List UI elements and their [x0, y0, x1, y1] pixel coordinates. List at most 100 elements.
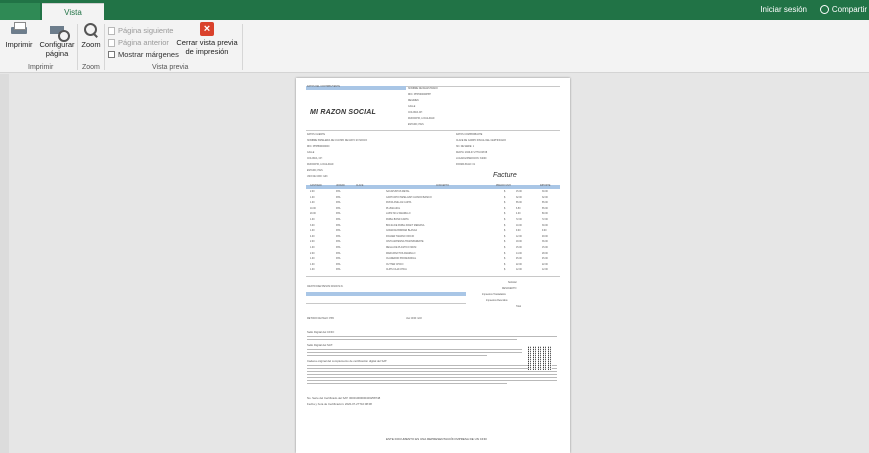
invoice-page: DATOS DEL CONTRIBUYENTE MI RAZON SOCIAL … — [296, 78, 570, 453]
emisor-header: DATOS DEL CONTRIBUYENTE — [307, 86, 341, 88]
item-cell: CARTUCHO PAPEL ESP CANSON BASICO — [386, 196, 432, 199]
page-setup-label-1: Configurar — [39, 40, 75, 49]
item-cell: 12.00 — [516, 269, 522, 272]
item-cell: PZA — [336, 230, 341, 233]
group-separator — [104, 24, 105, 70]
cliente-field: MUNICIPIO, LOCALIDAD — [307, 164, 334, 166]
item-cell: 72.00 — [516, 219, 522, 221]
item-cell: 65.00 — [542, 202, 548, 205]
item-cell: LAPIZ NO.2 AMARILLO — [386, 213, 411, 216]
group-separator — [77, 24, 78, 70]
discount-label: DESCUENTO — [502, 288, 517, 290]
item-cell: 14.00 — [516, 252, 522, 255]
item-cell: REGLA DE PLASTICO 30CM — [386, 247, 417, 249]
page-setup-label-2: página — [45, 49, 69, 58]
seal-text — [307, 380, 557, 381]
comprobante-field: CLAVE DE CAMPO FISCAL DEL CERTIFICADO — [456, 140, 507, 142]
seal-text — [307, 355, 487, 356]
sat-seal-label: Sello Digital del SAT: — [307, 343, 333, 347]
seal-text — [307, 374, 557, 375]
column-header: CLAVE — [356, 185, 364, 187]
emisor-field: RFC: PPP000000PPP — [408, 94, 431, 96]
item-cell: $ — [504, 241, 506, 244]
item-cell: PZA — [336, 269, 341, 272]
item-cell: 12.00 — [542, 269, 548, 272]
page-setup-button[interactable]: Configurar página — [38, 22, 76, 58]
item-cell: 18.00 — [516, 241, 522, 244]
close-preview-label-2: de impresión — [185, 47, 229, 56]
column-header: CONCEPTO — [436, 185, 449, 187]
seal-text — [307, 336, 557, 337]
cliente-header: DATOS CLIENTE — [307, 134, 326, 136]
emisor-field: REGIMEN — [408, 100, 419, 102]
item-cell: 2.00 — [310, 241, 315, 244]
item-cell: 28.00 — [542, 252, 548, 255]
item-cell: 65.00 — [516, 202, 522, 205]
divider — [306, 276, 560, 277]
item-cell: 15.00 — [542, 247, 548, 249]
item-cell: PZA — [336, 202, 341, 205]
item-cell: PZA — [336, 247, 341, 249]
item-cell: 1.00 — [310, 202, 315, 205]
item-cell: 30.00 — [542, 224, 548, 227]
column-header: CANTIDAD — [310, 185, 322, 187]
item-cell: PZA — [336, 258, 341, 261]
previous-page-icon — [108, 38, 115, 47]
print-button[interactable]: Imprimir — [4, 22, 34, 49]
item-cell: 10.00 — [310, 207, 316, 210]
item-cell: 2.00 — [310, 252, 315, 255]
item-cell: 1.00 — [310, 247, 315, 249]
previous-page-button[interactable]: Página anterior — [108, 38, 169, 47]
item-cell: GOMA DE BORRAR BLANCA — [386, 230, 418, 233]
cliente-field: COLONIA, CP: — [307, 158, 323, 160]
item-cell: 10.00 — [516, 224, 522, 227]
show-margins-checkbox[interactable]: Mostrar márgenes — [108, 50, 179, 59]
item-cell: CUADERNO PROFESIONAL — [386, 258, 417, 261]
item-cell: $ — [504, 207, 506, 210]
item-cell: 20.00 — [310, 213, 316, 216]
sat-certificate: No. Serie del Certificado del SAT: 00001… — [307, 396, 381, 400]
column-header: PRECIO UNIT. — [496, 185, 512, 187]
tab-file[interactable] — [0, 3, 40, 20]
cliente-field: USO DE CFDI: G03 — [307, 176, 328, 178]
cfdi-use: Uso CFDI: G03 — [406, 318, 422, 320]
item-cell: 1.00 — [310, 196, 315, 199]
zoom-button[interactable]: Zoom — [80, 22, 102, 49]
item-cell: 22.00 — [516, 263, 522, 266]
item-cell: 32.00 — [542, 196, 548, 199]
amount-in-words: CIENTO DIEZ PESOS 00/100 M.N. — [307, 286, 344, 288]
column-header: UNIDAD — [336, 185, 345, 187]
signin-link[interactable]: Iniciar sesión — [760, 5, 807, 14]
original-chain-label: Cadena original del complemento de certi… — [307, 359, 388, 363]
seal-text — [307, 365, 557, 366]
tab-print-preview[interactable]: Vista preliminar — [42, 3, 104, 34]
close-preview-button[interactable]: × Cerrar vista previa de impresión — [176, 22, 238, 56]
item-cell: 15.00 — [516, 191, 522, 193]
document-type: Facture — [493, 172, 517, 179]
show-margins-label: Mostrar márgenes — [118, 50, 179, 59]
comprobante-field: FORMA PAGO: 01 — [456, 164, 476, 166]
item-cell: 4.00 — [516, 213, 521, 216]
item-cell: $ — [504, 202, 506, 205]
item-cell: PZA — [336, 219, 341, 221]
item-cell: 1.00 — [310, 269, 315, 272]
cliente-field: NOMBRE PAPELERIA DE CUATRO DE MAYO 2X MO… — [307, 140, 368, 142]
next-page-button[interactable]: Página siguiente — [108, 26, 173, 35]
divider — [306, 303, 466, 304]
item-cell: PLUMA AZUL — [386, 207, 401, 210]
transferred-taxes-label: Impuestos Trasladados — [482, 294, 506, 296]
item-cell: $ — [504, 230, 506, 233]
close-icon: × — [200, 22, 214, 36]
item-cell: $ — [504, 219, 506, 221]
item-cell: $ — [504, 213, 506, 216]
item-cell: $ — [504, 247, 506, 249]
item-cell: 80.00 — [542, 213, 548, 216]
payment-method: METODO DE PAGO: PPD — [307, 318, 334, 320]
share-button[interactable]: Compartir — [819, 5, 867, 14]
item-cell: 15.00 — [516, 247, 522, 249]
seal-text — [307, 377, 557, 378]
item-cell: PZA — [336, 241, 341, 244]
item-cell: $ — [504, 235, 506, 238]
item-cell: 22.00 — [542, 263, 548, 266]
item-cell: PZA — [336, 207, 341, 210]
